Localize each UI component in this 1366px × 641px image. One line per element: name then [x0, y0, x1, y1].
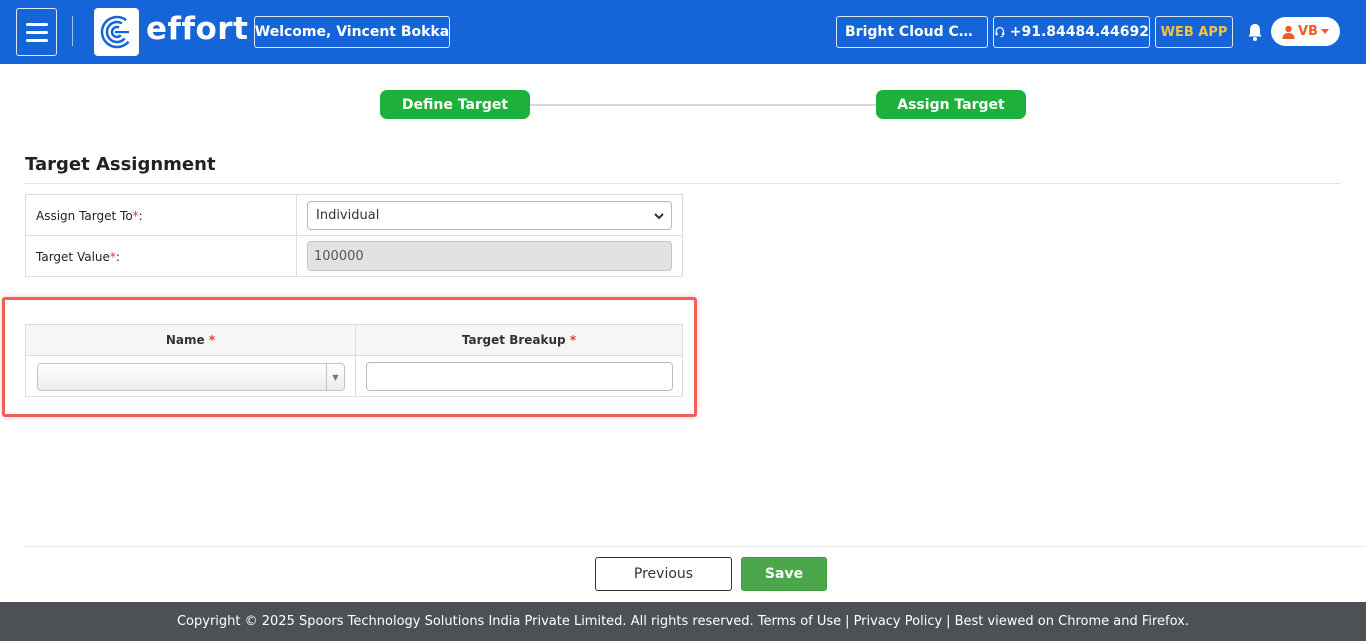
user-menu-button[interactable]: VB — [1271, 17, 1340, 46]
assignment-grid: Name * Target Breakup * ▼ — [25, 324, 683, 397]
actions-divider — [25, 546, 1366, 547]
copyright-text: Copyright © 2025 Spoors Technology Solut… — [176, 614, 754, 629]
required-mark: * — [208, 333, 216, 347]
headset-icon — [995, 27, 1005, 38]
notification-bell-icon[interactable] — [1246, 22, 1264, 42]
column-header-target-breakup: Target Breakup * — [356, 325, 682, 355]
web-app-button[interactable]: WEB APP — [1155, 16, 1233, 48]
page-title: Target Assignment — [25, 154, 216, 175]
target-value-label-text: Target Value — [36, 249, 110, 264]
target-form-table: Assign Target To * : Individual Target Va… — [25, 194, 683, 277]
company-name: Bright Cloud Corporation — [845, 24, 979, 40]
label-colon: : — [115, 249, 120, 264]
column-header-name-text: Name — [165, 333, 205, 347]
required-mark: * — [569, 333, 577, 347]
company-selector-button[interactable]: Bright Cloud Corporation — [836, 16, 988, 48]
combobox-arrow[interactable]: ▼ — [326, 364, 344, 390]
logo-text: effort — [146, 11, 249, 47]
assign-target-selected-value: Individual — [316, 208, 380, 223]
terms-of-use-link[interactable]: Terms of Use — [758, 614, 841, 629]
welcome-badge: Welcome, Vincent Bokka — [254, 16, 450, 48]
assign-target-label-text: Assign Target To — [36, 208, 133, 223]
footer-separator: | — [946, 614, 951, 629]
column-header-target-breakup-text: Target Breakup — [461, 333, 566, 347]
header-divider — [72, 16, 73, 46]
grid-header: Name * Target Breakup * — [26, 325, 682, 356]
hamburger-line — [25, 30, 48, 34]
target-value-label: Target Value * : — [36, 236, 120, 277]
section-divider — [25, 183, 1341, 184]
top-header: effort Welcome, Vincent Bokka Bright Clo… — [0, 0, 1366, 64]
footer-separator: | — [845, 614, 850, 629]
target-breakup-input[interactable] — [366, 362, 673, 391]
name-combobox[interactable]: ▼ — [37, 363, 345, 391]
triangle-down-icon: ▼ — [332, 372, 339, 382]
save-button[interactable]: Save — [741, 557, 827, 591]
avatar-initials: VB — [1298, 24, 1318, 39]
assign-target-label: Assign Target To * : — [36, 195, 143, 236]
hamburger-line — [25, 22, 48, 26]
target-value-row: Target Value * : 100000 — [26, 236, 682, 277]
support-phone-button[interactable]: +91.84484.44692 — [993, 16, 1150, 48]
page-footer: Copyright © 2025 Spoors Technology Solut… — [0, 602, 1366, 641]
column-header-name: Name * — [26, 325, 355, 355]
step-assign-target[interactable]: Assign Target — [876, 90, 1026, 119]
assign-target-row: Assign Target To * : Individual — [26, 195, 682, 236]
target-value-field: 100000 — [307, 241, 672, 271]
form-column-divider — [296, 195, 297, 276]
hamburger-line — [25, 38, 48, 42]
menu-toggle-button[interactable] — [16, 8, 57, 56]
effort-logo-icon[interactable] — [94, 8, 139, 56]
caret-down-icon — [1320, 28, 1329, 34]
support-phone-number: +91.84484.44692 — [1009, 24, 1149, 40]
previous-button[interactable]: Previous — [595, 557, 732, 591]
chevron-down-icon — [654, 213, 664, 220]
best-viewed-text: Best viewed on Chrome and Firefox. — [954, 614, 1189, 629]
user-icon — [1282, 25, 1295, 39]
privacy-policy-link[interactable]: Privacy Policy — [854, 614, 943, 629]
stepper-connector — [528, 104, 878, 106]
step-define-target[interactable]: Define Target — [380, 90, 530, 119]
assign-target-select[interactable]: Individual — [307, 201, 672, 230]
label-colon: : — [138, 208, 143, 223]
grid-column-divider — [355, 325, 356, 396]
